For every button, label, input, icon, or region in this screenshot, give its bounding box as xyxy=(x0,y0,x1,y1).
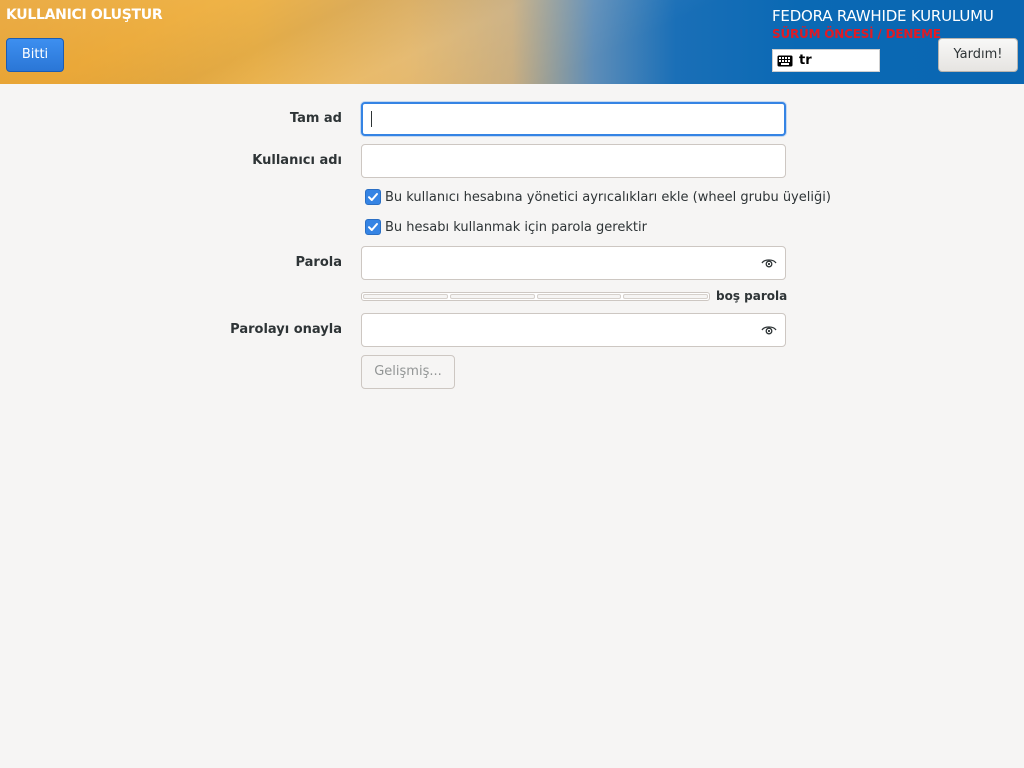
full-name-input[interactable] xyxy=(363,104,784,134)
password-strength-meter xyxy=(361,292,710,301)
keyboard-layout-indicator[interactable]: tr xyxy=(772,49,880,72)
keyboard-icon xyxy=(777,55,793,66)
prerelease-label: SÜRÜM ÖNCESİ / DENEME xyxy=(772,27,941,41)
strength-segment xyxy=(536,294,622,299)
confirm-password-input[interactable] xyxy=(362,314,785,346)
require-password-checkbox-row[interactable]: Bu hesabı kullanmak için parola gerektir xyxy=(365,219,647,235)
advanced-button[interactable]: Gelişmiş... xyxy=(361,355,455,389)
confirm-password-field[interactable] xyxy=(361,313,786,347)
password-strength-label: boş parola xyxy=(716,289,788,303)
text-cursor xyxy=(371,111,372,127)
eye-icon[interactable] xyxy=(761,323,777,337)
header-banner: KULLANICI OLUŞTUR Bitti FEDORA RAWHIDE K… xyxy=(0,0,1024,84)
full-name-label: Tam ad xyxy=(289,111,342,126)
page-title: KULLANICI OLUŞTUR xyxy=(6,7,163,23)
done-button[interactable]: Bitti xyxy=(6,38,64,72)
strength-segment xyxy=(363,294,448,299)
admin-privileges-label: Bu kullanıcı hesabına yönetici ayrıcalık… xyxy=(385,189,831,205)
checkmark-icon xyxy=(368,223,378,231)
require-password-checkbox[interactable] xyxy=(365,219,381,235)
username-field[interactable] xyxy=(361,144,786,178)
checkmark-icon xyxy=(368,193,378,201)
username-input[interactable] xyxy=(362,145,785,177)
full-name-field[interactable] xyxy=(361,102,786,136)
strength-segment xyxy=(623,294,708,299)
help-button[interactable]: Yardım! xyxy=(938,38,1018,72)
require-password-label: Bu hesabı kullanmak için parola gerektir xyxy=(385,219,647,235)
keyboard-layout-label: tr xyxy=(799,53,812,68)
password-label: Parola xyxy=(295,255,342,270)
eye-icon[interactable] xyxy=(761,256,777,270)
admin-privileges-checkbox-row[interactable]: Bu kullanıcı hesabına yönetici ayrıcalık… xyxy=(365,189,831,205)
product-title: FEDORA RAWHIDE KURULUMU xyxy=(772,7,994,25)
username-label: Kullanıcı adı xyxy=(252,153,342,168)
confirm-password-label: Parolayı onayla xyxy=(230,322,342,337)
password-field[interactable] xyxy=(361,246,786,280)
admin-privileges-checkbox[interactable] xyxy=(365,189,381,205)
password-input[interactable] xyxy=(362,247,785,279)
strength-segment xyxy=(449,294,535,299)
